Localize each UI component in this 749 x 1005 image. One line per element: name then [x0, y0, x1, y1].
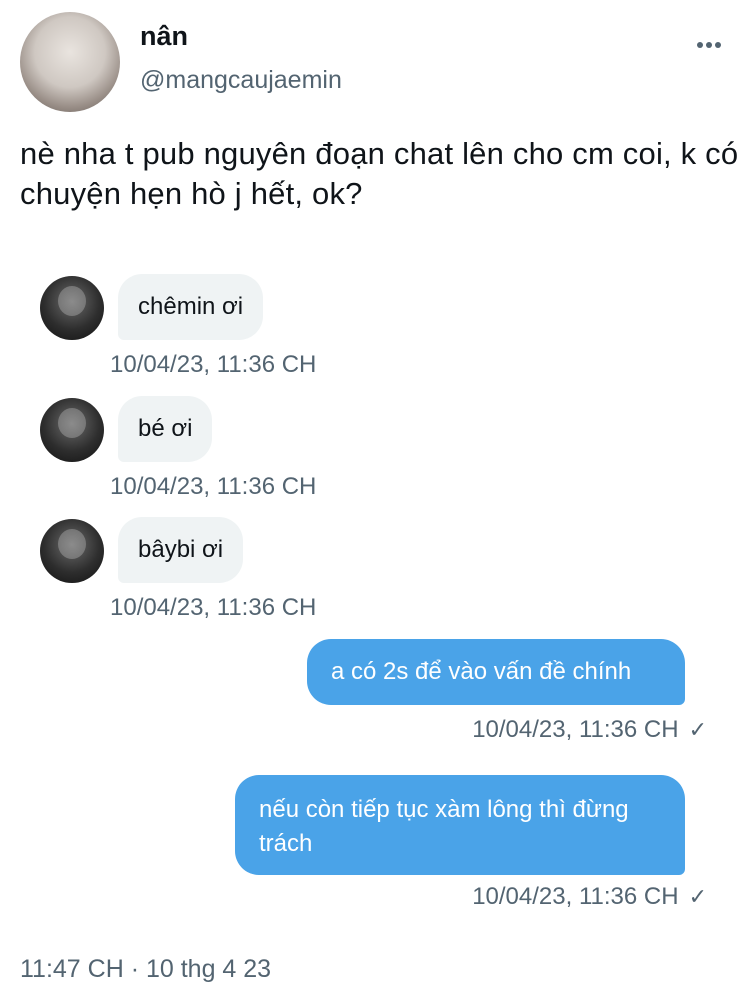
chat-screenshot[interactable]: chêmin ơi 10/04/23, 11:36 CH bé ơi 10/04… — [20, 256, 729, 920]
timestamp-text: 10/04/23, 11:36 CH — [472, 716, 679, 743]
message-timestamp: 10/04/23, 11:36 CH — [110, 351, 317, 378]
message-text: bé ơi — [138, 415, 193, 442]
message-timestamp: 10/04/23, 11:36 CH ✓ — [472, 716, 707, 744]
outgoing-message-bubble: nếu còn tiếp tục xàm lông thì đừng trách — [235, 775, 685, 875]
message-timestamp: 10/04/23, 11:36 CH — [110, 594, 317, 621]
more-dot — [697, 42, 703, 48]
tweet-timestamp[interactable]: 11:47 CH · 10 thg 4 23 — [20, 955, 271, 984]
check-icon: ✓ — [688, 717, 707, 742]
check-icon: ✓ — [688, 884, 707, 909]
contact-avatar — [40, 398, 104, 462]
contact-avatar — [40, 519, 104, 583]
author-avatar[interactable] — [20, 12, 120, 112]
tweet-text: nè nha t pub nguyên đoạn chat lên cho cm… — [20, 136, 739, 211]
message-text: bâybi ơi — [138, 536, 224, 563]
message-timestamp: 10/04/23, 11:36 CH — [110, 473, 317, 500]
incoming-message-bubble: chêmin ơi — [118, 274, 264, 340]
more-dot — [715, 42, 721, 48]
more-icon[interactable] — [697, 42, 721, 48]
author-name[interactable]: nân — [140, 20, 188, 52]
incoming-message-bubble: bé ơi — [118, 396, 213, 462]
message-timestamp: 10/04/23, 11:36 CH ✓ — [472, 883, 707, 911]
author-handle[interactable]: @mangcaujaemin — [140, 66, 342, 95]
message-text: a có 2s để vào vấn đề chính — [331, 658, 632, 685]
timestamp-text: 10/04/23, 11:36 CH — [472, 883, 679, 910]
message-text: nếu còn tiếp tục xàm lông thì đừng trách — [259, 796, 629, 857]
more-dot — [706, 42, 712, 48]
incoming-message-bubble: bâybi ơi — [118, 517, 244, 583]
outgoing-message-bubble: a có 2s để vào vấn đề chính — [307, 639, 685, 705]
contact-avatar — [40, 276, 104, 340]
message-text: chêmin ơi — [138, 293, 244, 320]
